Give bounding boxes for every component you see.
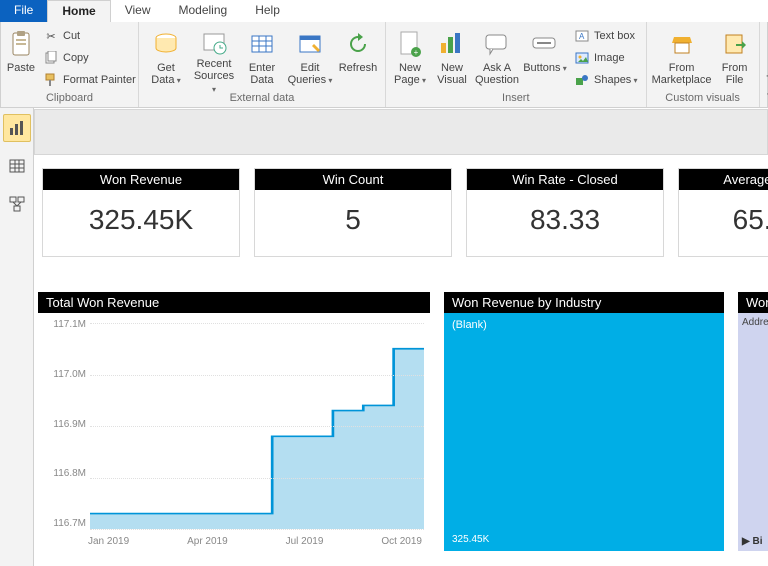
format-painter-button[interactable]: Format Painter	[39, 70, 140, 90]
group-title-themes: Themes	[764, 91, 768, 107]
ribbon: Paste ✂Cut Copy Format Painter Clipboard…	[0, 22, 768, 108]
card-won-revenue[interactable]: Won Revenue 325.45K	[42, 168, 240, 257]
enter-data-button[interactable]: Enter Data	[239, 24, 285, 90]
marketplace-icon	[666, 28, 698, 60]
card-value: 5	[255, 190, 451, 256]
panel-by-industry[interactable]: Won Revenue by Industry (Blank) 325.45K	[444, 292, 724, 551]
card-win-rate[interactable]: Win Rate - Closed 83.33	[466, 168, 664, 257]
group-custom-visuals: From Marketplace From File Custom visual…	[647, 22, 760, 107]
card-value: 83.33	[467, 190, 663, 256]
chart-icon	[436, 28, 468, 60]
group-insert: +New Page New Visual Ask A Question Butt…	[386, 22, 647, 107]
treemap-label: (Blank)	[452, 319, 487, 331]
card-title: Won Revenue	[43, 169, 239, 190]
data-view-button[interactable]	[3, 152, 31, 180]
treemap: (Blank) 325.45K	[444, 313, 724, 551]
buttons-button[interactable]: Buttons	[522, 24, 568, 90]
group-title-insert: Insert	[390, 91, 642, 107]
refresh-button[interactable]: Refresh	[335, 24, 381, 90]
ask-question-button[interactable]: Ask A Question	[474, 24, 520, 90]
image-button[interactable]: Image	[570, 48, 642, 68]
data-icon	[150, 28, 182, 60]
x-axis: Jan 2019 Apr 2019 Jul 2019 Oct 2019	[86, 536, 424, 547]
table-icon	[246, 28, 278, 60]
tab-help[interactable]: Help	[241, 0, 294, 22]
recent-sources-button[interactable]: Recent Sources	[191, 24, 237, 90]
new-page-button[interactable]: +New Page	[390, 24, 430, 90]
recent-icon	[198, 28, 230, 56]
edit-queries-icon	[294, 28, 326, 60]
svg-text:+: +	[414, 48, 419, 57]
textbox-button[interactable]: AText box	[570, 26, 642, 46]
shapes-button[interactable]: Shapes	[570, 70, 642, 90]
view-switcher	[0, 108, 34, 566]
card-value: 65.09K	[679, 190, 768, 256]
chart-panels: Total Won Revenue 117.1M 117.0M 116.9M 1…	[38, 292, 768, 551]
copy-button[interactable]: Copy	[39, 48, 140, 68]
speech-icon	[481, 28, 513, 60]
card-avg-deal[interactable]: Average Deal Size 65.09K	[678, 168, 768, 257]
from-marketplace-button[interactable]: From Marketplace	[651, 24, 713, 90]
tab-home[interactable]: Home	[47, 0, 110, 22]
copy-icon	[43, 50, 59, 66]
main: Won Revenue 325.45K Win Count 5 Win Rate…	[0, 108, 768, 566]
treemap-value: 325.45K	[452, 534, 489, 545]
plot-area	[90, 323, 424, 529]
svg-text:A: A	[579, 32, 585, 41]
textbox-icon: A	[574, 28, 590, 44]
card-title: Win Count	[255, 169, 451, 190]
button-icon	[529, 28, 561, 60]
group-themes: Switch Theme Themes	[760, 22, 768, 107]
group-title-custom: Custom visuals	[651, 91, 755, 107]
card-title: Win Rate - Closed	[467, 169, 663, 190]
paintbrush-icon	[43, 72, 59, 88]
area-chart: 117.1M 117.0M 116.9M 116.8M 116.7M	[38, 313, 430, 551]
file-import-icon	[719, 28, 751, 60]
canvas-top-band	[34, 109, 768, 155]
group-external-data: Get Data Recent Sources Enter Data Edit …	[139, 22, 386, 107]
cut-button[interactable]: ✂Cut	[39, 26, 140, 46]
report-view-button[interactable]	[3, 114, 31, 142]
group-title-external: External data	[143, 91, 381, 107]
menu-tabs: File Home View Modeling Help	[0, 0, 768, 22]
panel-by-address[interactable]: Won Addre... ▶ Bi	[738, 292, 768, 551]
kpi-cards: Won Revenue 325.45K Win Count 5 Win Rate…	[38, 168, 768, 257]
card-win-count[interactable]: Win Count 5	[254, 168, 452, 257]
get-data-button[interactable]: Get Data	[143, 24, 189, 90]
refresh-icon	[342, 28, 374, 60]
group-clipboard: Paste ✂Cut Copy Format Painter Clipboard	[1, 22, 139, 107]
y-axis: 117.1M 117.0M 116.9M 116.8M 116.7M	[38, 319, 86, 529]
panel-total-won-revenue[interactable]: Total Won Revenue 117.1M 117.0M 116.9M 1…	[38, 292, 430, 551]
new-visual-button[interactable]: New Visual	[432, 24, 472, 90]
shapes-icon	[574, 72, 590, 88]
panel-title: Total Won Revenue	[38, 292, 430, 313]
switch-theme-button[interactable]: Switch Theme	[764, 24, 768, 90]
map-visual: Addre... ▶ Bi	[738, 313, 768, 551]
model-view-button[interactable]	[3, 190, 31, 218]
tab-modeling[interactable]: Modeling	[164, 0, 241, 22]
group-title-clipboard: Clipboard	[5, 91, 134, 107]
page-icon: +	[394, 28, 426, 60]
panel-title: Won Revenue by Industry	[444, 292, 724, 313]
tab-file[interactable]: File	[0, 0, 47, 22]
edit-queries-button[interactable]: Edit Queries	[287, 24, 333, 90]
panel-title: Won	[738, 292, 768, 313]
card-title: Average Deal Size	[679, 169, 768, 190]
clipboard-icon	[5, 28, 37, 60]
image-icon	[574, 50, 590, 66]
report-canvas[interactable]: Won Revenue 325.45K Win Count 5 Win Rate…	[34, 108, 768, 566]
bing-logo: ▶ Bi	[742, 536, 762, 547]
card-value: 325.45K	[43, 190, 239, 256]
paste-label: Paste	[7, 62, 35, 74]
paste-button[interactable]: Paste	[5, 24, 37, 90]
from-file-button[interactable]: From File	[715, 24, 755, 90]
scissors-icon: ✂	[43, 28, 59, 44]
tab-view[interactable]: View	[111, 0, 165, 22]
